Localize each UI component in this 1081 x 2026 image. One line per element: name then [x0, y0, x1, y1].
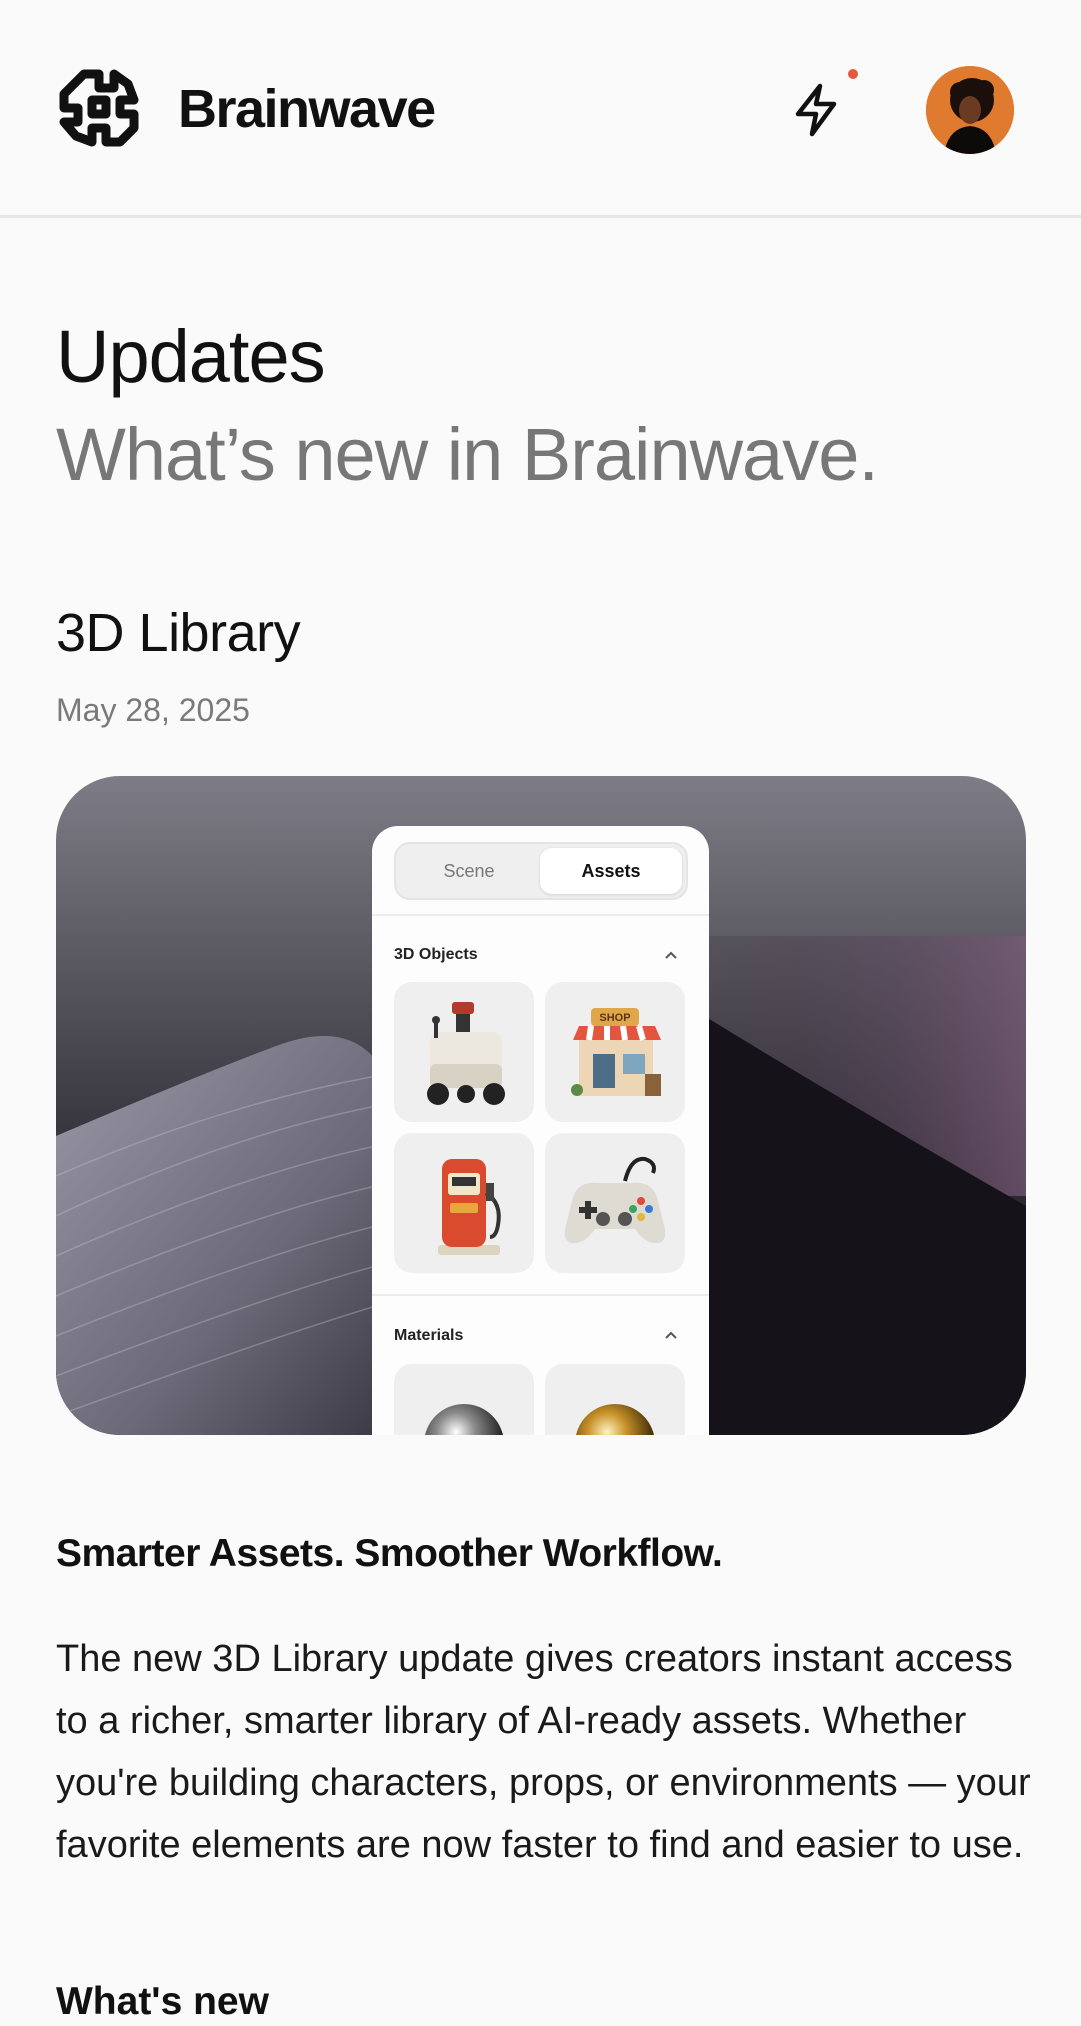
entry-title: 3D Library: [56, 603, 301, 663]
section-label-3d-objects: 3D Objects: [394, 946, 478, 963]
tab-assets[interactable]: Assets: [540, 848, 682, 894]
entry-body: The new 3D Library update gives creators…: [56, 1638, 1031, 1866]
entry-tagline: Smarter Assets. Smoother Workflow.: [56, 1532, 723, 1575]
divider: [372, 1294, 709, 1296]
divider: [372, 914, 709, 916]
asset-tile-shop[interactable]: SHOP: [545, 982, 685, 1122]
tab-scene[interactable]: Scene: [398, 848, 540, 894]
page-title: Updates: [56, 315, 326, 398]
asset-tile-gold-material[interactable]: [545, 1364, 685, 1435]
brainwave-logo-icon[interactable]: [56, 66, 142, 152]
avatar[interactable]: [926, 66, 1014, 154]
avatar-portrait-image: [926, 66, 1014, 154]
shop-sign: SHOP: [599, 1012, 630, 1024]
app-header: Brainwave: [0, 0, 1081, 218]
hero-image: Scene Assets 3D Objects SHOP Materials: [56, 776, 1026, 1435]
delivery-robot-icon: [427, 1002, 505, 1105]
notification-dot: [848, 69, 858, 79]
shop-icon: SHOP: [571, 1008, 661, 1096]
assets-panel: Scene Assets 3D Objects SHOP Materials: [372, 826, 709, 1435]
section-label-materials: Materials: [394, 1327, 464, 1344]
chrome-sphere-icon: [425, 1404, 503, 1435]
brand-name[interactable]: Brainwave: [178, 76, 436, 142]
asset-tile-chrome-material[interactable]: [394, 1364, 534, 1435]
section-heading-whats-new: What's new: [56, 1980, 269, 2023]
lightning-bolt-icon[interactable]: [790, 82, 842, 138]
asset-tile-gamepad[interactable]: [545, 1133, 685, 1273]
entry-date: May 28, 2025: [56, 692, 250, 728]
asset-tile-robot[interactable]: [394, 982, 534, 1122]
asset-tile-gas-pump[interactable]: [394, 1133, 534, 1273]
chevron-up-icon[interactable]: [662, 947, 680, 965]
gas-pump-icon: [438, 1159, 501, 1255]
gamepad-icon: [564, 1156, 666, 1244]
chevron-up-icon[interactable]: [662, 1327, 680, 1345]
scene-assets-toggle: Scene Assets: [394, 842, 688, 900]
page-subtitle: What’s new in Brainwave.: [56, 413, 879, 496]
gold-sphere-icon: [576, 1404, 654, 1435]
